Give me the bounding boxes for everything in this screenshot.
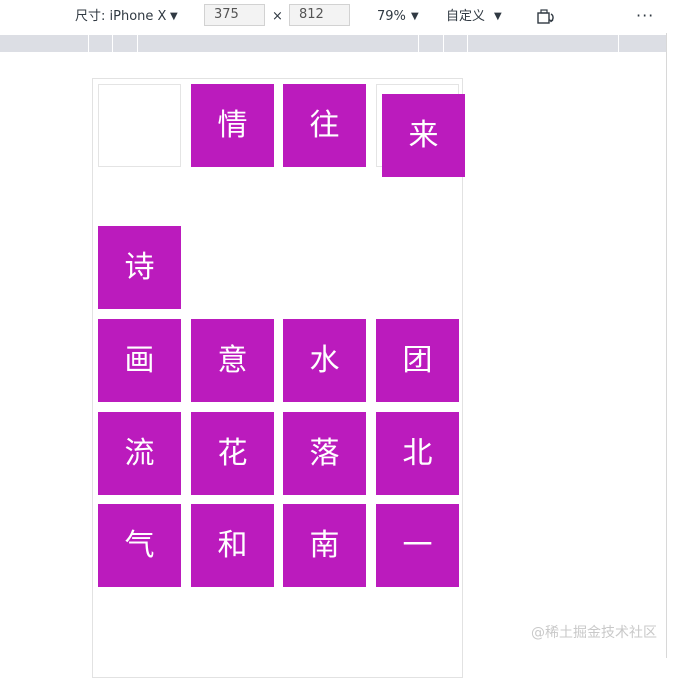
grid-tile[interactable]: 气 (98, 504, 181, 587)
width-input[interactable]: 375 (204, 4, 265, 26)
viewport-edge (666, 33, 667, 658)
height-input[interactable]: 812 (289, 4, 350, 26)
grid-tile[interactable]: 水 (283, 319, 366, 402)
grid-tile[interactable]: 意 (191, 319, 274, 402)
grid-tile[interactable]: 北 (376, 412, 459, 495)
grid-tile[interactable]: 画 (98, 319, 181, 402)
ruler-tick (418, 35, 419, 52)
grid-tile[interactable]: 往 (283, 84, 366, 167)
grid-placeholder-cell (98, 84, 181, 167)
grid-tile[interactable]: 南 (283, 504, 366, 587)
ruler-tick (467, 35, 468, 52)
device-viewport: 情 往 来 诗 画 意 水 团 流 花 落 北 气 和 南 一 (92, 78, 465, 678)
watermark: @稀土掘金技术社区 (531, 625, 657, 641)
ruler-tick (443, 35, 444, 52)
dimensions-dropdown-label[interactable]: 尺寸: iPhone X (75, 0, 166, 33)
grid-tile[interactable]: 和 (191, 504, 274, 587)
grid-tile[interactable]: 情 (191, 84, 274, 167)
grid-tile[interactable]: 落 (283, 412, 366, 495)
grid-tile[interactable]: 花 (191, 412, 274, 495)
zoom-chevron-down-icon[interactable]: ▼ (411, 0, 419, 33)
ruler-tick (112, 35, 113, 52)
grid-tile[interactable]: 诗 (98, 226, 181, 309)
grid-tile-dragging[interactable]: 来 (382, 94, 465, 177)
ruler-tick (618, 35, 619, 52)
throttle-chevron-down-icon[interactable]: ▼ (494, 0, 502, 33)
ruler-tick (88, 35, 89, 52)
rotate-icon[interactable] (537, 8, 557, 24)
zoom-dropdown-label[interactable]: 79% (377, 0, 406, 33)
media-query-ruler[interactable] (0, 35, 666, 52)
more-options-icon[interactable]: ··· (636, 8, 654, 24)
dimensions-chevron-down-icon[interactable]: ▼ (170, 0, 178, 33)
grid-tile[interactable]: 一 (376, 504, 459, 587)
times-symbol: × (272, 9, 283, 24)
grid-tile[interactable]: 流 (98, 412, 181, 495)
throttle-dropdown-label[interactable]: 自定义 (446, 0, 485, 33)
ruler-tick (137, 35, 138, 52)
device-toolbar: 尺寸: iPhone X ▼ 375 × 812 79% ▼ 自定义 ▼ ··· (0, 0, 676, 33)
grid-tile[interactable]: 团 (376, 319, 459, 402)
